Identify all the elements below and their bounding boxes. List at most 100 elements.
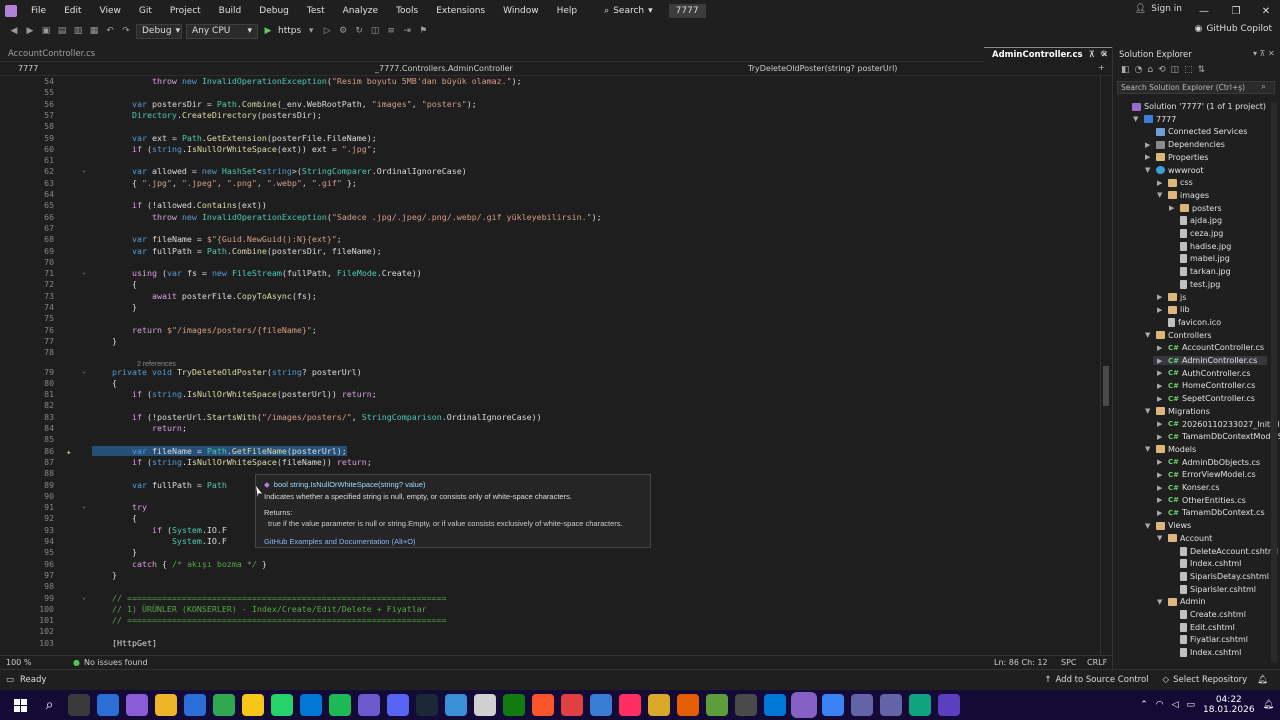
expand-arrow-icon[interactable]: ▶ [1157, 395, 1165, 403]
start-without-debugging-icon[interactable]: ▷ [321, 25, 333, 37]
tree-item[interactable]: ▶ C# TamamDbContextModelS [1157, 432, 1280, 441]
expand-arrow-icon[interactable]: ▶ [1169, 204, 1177, 212]
code-line[interactable]: var fileName = $"{Guid.NewGuid():N}{ext}… [92, 234, 342, 244]
tree-item[interactable]: Connected Services [1145, 127, 1247, 136]
tree-item[interactable]: ▼ Controllers [1145, 331, 1212, 340]
tree-item[interactable]: ▶ C# TamamDbContext.cs [1157, 508, 1265, 517]
menu-analyze[interactable]: Analyze [334, 0, 387, 22]
collapse-arrow-icon[interactable]: ▼ [1145, 445, 1153, 453]
code-line[interactable]: { ".jpg", ".jpeg", ".png", ".webp", ".gi… [92, 178, 357, 188]
open-icon[interactable]: ▤ [56, 25, 68, 37]
tree-item[interactable]: ▶ Properties [1145, 153, 1208, 162]
tree-item[interactable]: ▼ Admin [1157, 597, 1206, 606]
collapse-arrow-icon[interactable]: ▼ [1145, 522, 1153, 530]
app7-icon[interactable] [850, 694, 873, 716]
expand-arrow-icon[interactable]: ▶ [1145, 141, 1153, 149]
code-line[interactable]: { [92, 378, 117, 388]
vscode-icon[interactable] [763, 694, 786, 716]
code-line[interactable]: if (!posterUrl.StartsWith("/images/poste… [92, 412, 542, 422]
code-line[interactable]: // 1) ÜRÜNLER (KONSERLER) - Index/Create… [92, 604, 427, 614]
fold-toggle-icon[interactable]: ⌄ [82, 593, 86, 601]
menu-debug[interactable]: Debug [250, 0, 298, 22]
tree-item[interactable]: tarkan.jpg [1169, 267, 1231, 277]
code-line[interactable]: return $"/images/posters/{fileName}"; [92, 325, 317, 335]
expand-arrow-icon[interactable]: ▶ [1157, 484, 1165, 492]
code-line[interactable]: [HttpGet] [92, 638, 157, 648]
expand-arrow-icon[interactable]: ▶ [1157, 471, 1165, 479]
redo-icon[interactable]: ↷ [120, 25, 132, 37]
volume-icon[interactable]: ◁ [1172, 700, 1179, 710]
search-box[interactable]: ⌕ Search ▾ [596, 6, 661, 16]
menu-git[interactable]: Git [130, 0, 161, 22]
expand-arrow-icon[interactable]: ▶ [1157, 382, 1165, 390]
tree-item[interactable]: ▼ Account [1157, 534, 1212, 543]
menu-project[interactable]: Project [161, 0, 210, 22]
menu-test[interactable]: Test [298, 0, 334, 22]
task-view-icon[interactable] [67, 694, 90, 716]
class-dropdown[interactable]: _7777.Controllers.AdminController [375, 64, 513, 73]
clock[interactable]: 04:22 18.01.2026 [1203, 695, 1255, 715]
expand-arrow-icon[interactable]: ▶ [1157, 433, 1165, 441]
bookmark-icon[interactable]: ⚑ [417, 25, 429, 37]
spotify-icon[interactable] [328, 694, 351, 716]
hot-reload-icon[interactable]: ↻ [353, 25, 365, 37]
tree-item[interactable]: ▶ C# OtherEntities.cs [1157, 496, 1246, 505]
app6-icon[interactable] [821, 694, 844, 716]
battery-icon[interactable]: ▭ [1187, 700, 1196, 710]
run-icon[interactable]: ▶ [262, 25, 274, 37]
expand-arrow-icon[interactable]: ▶ [1157, 179, 1165, 187]
minecraft-icon[interactable] [705, 694, 728, 716]
menu-extensions[interactable]: Extensions [427, 0, 494, 22]
tree-item[interactable]: Create.cshtml [1169, 610, 1246, 619]
tree-item[interactable]: ▶ Dependencies [1145, 140, 1225, 149]
tree-item[interactable]: ▶ C# HomeController.cs [1157, 381, 1255, 390]
tree-item[interactable]: ▼ Views [1145, 521, 1191, 530]
maximize-button[interactable]: ❐ [1220, 0, 1252, 22]
browser-icon[interactable]: ◫ [369, 25, 381, 37]
tree-item[interactable]: ▶ C# SepetController.cs [1157, 394, 1255, 403]
comment-icon[interactable]: ≡ [385, 25, 397, 37]
code-line[interactable]: Directory.CreateDirectory(postersDir); [92, 110, 322, 120]
code-line[interactable]: if (!allowed.Contains(ext)) [92, 200, 267, 210]
menu-tools[interactable]: Tools [387, 0, 427, 22]
code-line[interactable]: private void TryDeleteOldPoster(string? … [92, 367, 362, 377]
expand-arrow-icon[interactable]: ▶ [1145, 153, 1153, 161]
menu-file[interactable]: File [22, 0, 55, 22]
expand-arrow-icon[interactable]: ▶ [1157, 306, 1165, 314]
member-dropdown[interactable]: TryDeleteOldPoster(string? posterUrl) [748, 64, 897, 73]
discord-icon[interactable] [386, 694, 409, 716]
code-line[interactable]: { [92, 513, 137, 523]
collapse-arrow-icon[interactable]: ▼ [1133, 115, 1141, 123]
steam-icon[interactable] [415, 694, 438, 716]
tree-item[interactable]: Index.cshtml [1169, 648, 1241, 658]
copilot-button[interactable]: ◉ GitHub Copilot [1195, 24, 1272, 34]
solution-search-input[interactable]: Search Solution Explorer (Ctrl+ş) ⌕ [1117, 81, 1275, 94]
start-icon[interactable] [10, 694, 32, 716]
collapse-arrow-icon[interactable]: ▼ [1145, 166, 1153, 174]
chatgpt-icon[interactable] [908, 694, 931, 716]
code-line[interactable]: if (string.IsNullOrWhiteSpace(posterUrl)… [92, 389, 377, 399]
expand-arrow-icon[interactable]: ▶ [1157, 369, 1165, 377]
chevron-up-icon[interactable]: ⌃ [1140, 700, 1148, 710]
tree-item[interactable]: ▶ C# AuthController.cs [1157, 369, 1251, 378]
editor-scrollbar[interactable] [1100, 76, 1112, 654]
tab-options-icon[interactable]: ⚙ [1100, 49, 1107, 58]
app-icon[interactable] [125, 694, 148, 716]
close-button[interactable]: ✕ [1250, 0, 1280, 22]
platform-dropdown[interactable]: Any CPU ▾ [186, 23, 258, 39]
whatsapp-icon[interactable] [270, 694, 293, 716]
app5-icon[interactable] [647, 694, 670, 716]
pin-icon[interactable]: ⊼ [1089, 48, 1095, 62]
chrome-icon[interactable] [212, 694, 235, 716]
tree-item[interactable]: ▼ 7777 [1133, 115, 1176, 124]
code-line[interactable]: if (System.IO.F [92, 525, 227, 535]
tree-item[interactable]: Fiyatlar.cshtml [1169, 635, 1248, 645]
code-line[interactable]: // =====================================… [92, 615, 447, 625]
code-line[interactable]: var allowed = new HashSet<string>(String… [92, 166, 467, 176]
outlook-icon[interactable] [299, 694, 322, 716]
collapse-arrow-icon[interactable]: ▼ [1157, 598, 1165, 606]
code-line[interactable]: return; [92, 423, 187, 433]
tree-item[interactable]: DeleteAccount.cshtml [1169, 546, 1278, 556]
vpn-icon[interactable] [444, 694, 467, 716]
indent-icon[interactable]: ⇥ [401, 25, 413, 37]
